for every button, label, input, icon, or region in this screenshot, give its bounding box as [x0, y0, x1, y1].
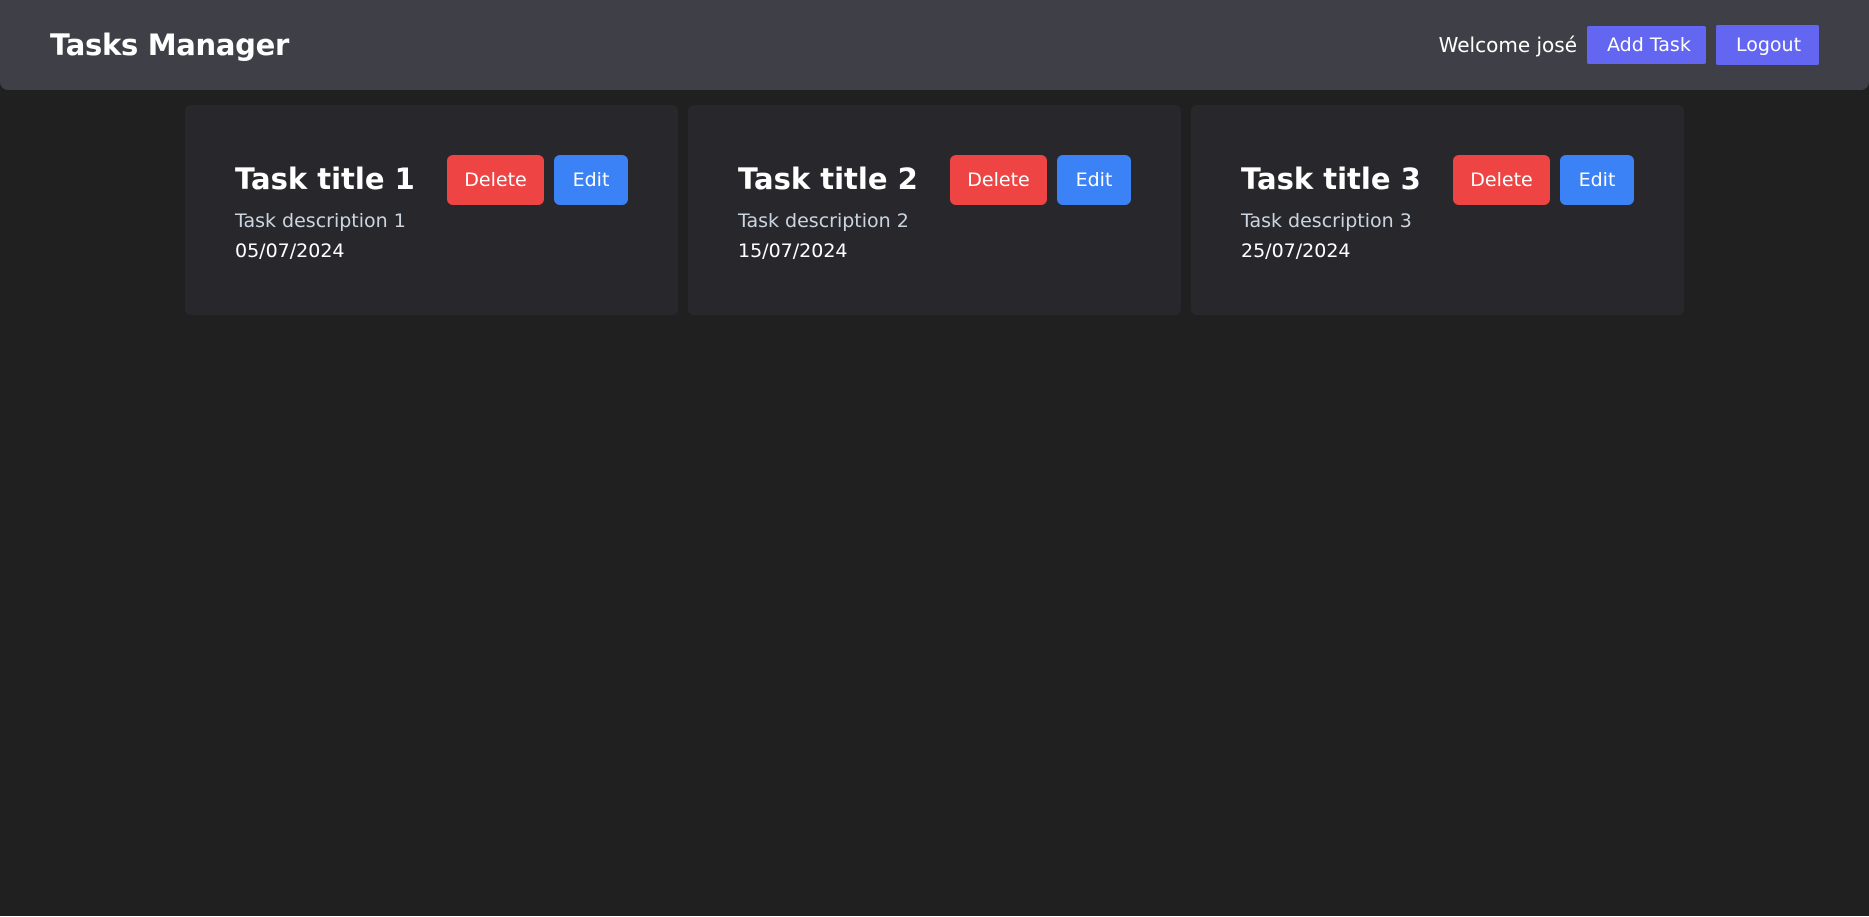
- add-task-button[interactable]: Add Task: [1587, 26, 1706, 64]
- welcome-text: Welcome josé: [1438, 33, 1577, 57]
- task-title: Task title 2: [738, 162, 918, 196]
- task-description: Task description 2: [738, 210, 909, 232]
- navbar: Tasks Manager Welcome josé Add Task Logo…: [0, 0, 1869, 90]
- delete-task-button[interactable]: Delete: [950, 155, 1047, 205]
- task-card: Task title 2 Delete Edit Task descriptio…: [688, 105, 1181, 315]
- task-actions: Delete Edit: [950, 155, 1131, 205]
- task-actions: Delete Edit: [1453, 155, 1634, 205]
- edit-task-button[interactable]: Edit: [1560, 155, 1634, 205]
- delete-task-button[interactable]: Delete: [1453, 155, 1550, 205]
- edit-task-button[interactable]: Edit: [1057, 155, 1131, 205]
- task-card: Task title 3 Delete Edit Task descriptio…: [1191, 105, 1684, 315]
- app-root: Tasks Manager Welcome josé Add Task Logo…: [0, 0, 1869, 916]
- logout-button[interactable]: Logout: [1716, 25, 1819, 65]
- task-title: Task title 3: [1241, 162, 1421, 196]
- task-list: Task title 1 Delete Edit Task descriptio…: [185, 105, 1684, 315]
- edit-task-button[interactable]: Edit: [554, 155, 628, 205]
- task-title: Task title 1: [235, 162, 415, 196]
- delete-task-button[interactable]: Delete: [447, 155, 544, 205]
- task-card: Task title 1 Delete Edit Task descriptio…: [185, 105, 678, 315]
- task-date: 15/07/2024: [738, 240, 848, 262]
- task-date: 25/07/2024: [1241, 240, 1351, 262]
- navbar-actions: Welcome josé Add Task Logout: [1439, 25, 1819, 65]
- task-date: 05/07/2024: [235, 240, 345, 262]
- task-description: Task description 1: [235, 210, 406, 232]
- task-actions: Delete Edit: [447, 155, 628, 205]
- app-title: Tasks Manager: [50, 28, 289, 62]
- task-description: Task description 3: [1241, 210, 1412, 232]
